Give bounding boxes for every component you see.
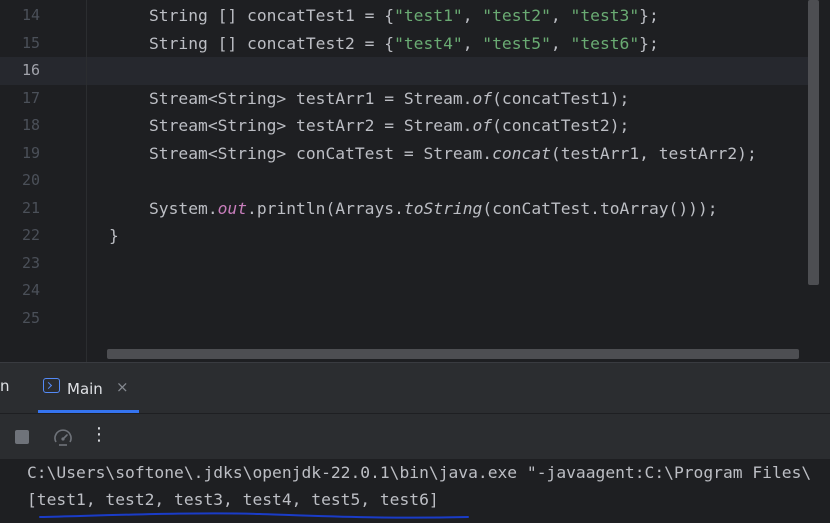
profiler-gauge-icon[interactable] bbox=[53, 427, 73, 447]
line-number: 20 bbox=[21, 171, 40, 189]
close-icon[interactable]: × bbox=[116, 378, 129, 396]
code-line-21[interactable]: System.out.println(Arrays.toString(conCa… bbox=[149, 195, 718, 223]
code-line-19[interactable]: Stream<String> conCatTest = Stream.conca… bbox=[149, 140, 757, 168]
code-line-22[interactable]: } bbox=[109, 222, 119, 250]
code-line-15[interactable]: String [] concatTest2 = {"test4", "test5… bbox=[149, 30, 659, 58]
tab-main[interactable]: Main × bbox=[38, 363, 139, 413]
more-options-icon[interactable]: ⋮ bbox=[90, 424, 108, 445]
line-number: 19 bbox=[21, 144, 40, 162]
line-number: 25 bbox=[21, 309, 40, 327]
line-number: 24 bbox=[21, 281, 40, 299]
run-toolbar: ⋮ bbox=[0, 413, 830, 459]
tab-main-label: Main bbox=[67, 380, 103, 398]
line-number: 14 bbox=[21, 6, 40, 24]
line-number-active: 16 bbox=[21, 61, 40, 79]
code-line-17[interactable]: Stream<String> testArr1 = Stream.of(conc… bbox=[149, 85, 629, 113]
line-number-gutter: 14 15 16 17 18 19 20 21 22 23 24 25 bbox=[0, 0, 86, 362]
handwritten-underline bbox=[39, 512, 469, 519]
line-number: 17 bbox=[21, 89, 40, 107]
gutter-divider bbox=[86, 0, 87, 362]
stop-icon[interactable] bbox=[15, 430, 29, 444]
code-line-14[interactable]: String [] concatTest1 = {"test1", "test2… bbox=[149, 2, 659, 30]
line-number: 21 bbox=[21, 199, 40, 217]
vertical-scrollbar[interactable] bbox=[808, 0, 819, 285]
console-output[interactable]: C:\Users\softone\.jdks\openjdk-22.0.1\bi… bbox=[0, 459, 830, 523]
code-editor[interactable]: 14 15 16 17 18 19 20 21 22 23 24 25 Stri… bbox=[0, 0, 830, 362]
code-line-18[interactable]: Stream<String> testArr2 = Stream.of(conc… bbox=[149, 112, 629, 140]
tool-window-title: n bbox=[0, 377, 10, 395]
line-number: 23 bbox=[21, 254, 40, 272]
current-line-highlight bbox=[0, 57, 808, 85]
line-number: 18 bbox=[21, 116, 40, 134]
line-number: 15 bbox=[21, 34, 40, 52]
horizontal-scrollbar[interactable] bbox=[107, 349, 799, 359]
console-icon bbox=[43, 378, 60, 393]
line-number: 22 bbox=[21, 226, 40, 244]
run-tool-window-header: n Main × bbox=[0, 363, 830, 413]
